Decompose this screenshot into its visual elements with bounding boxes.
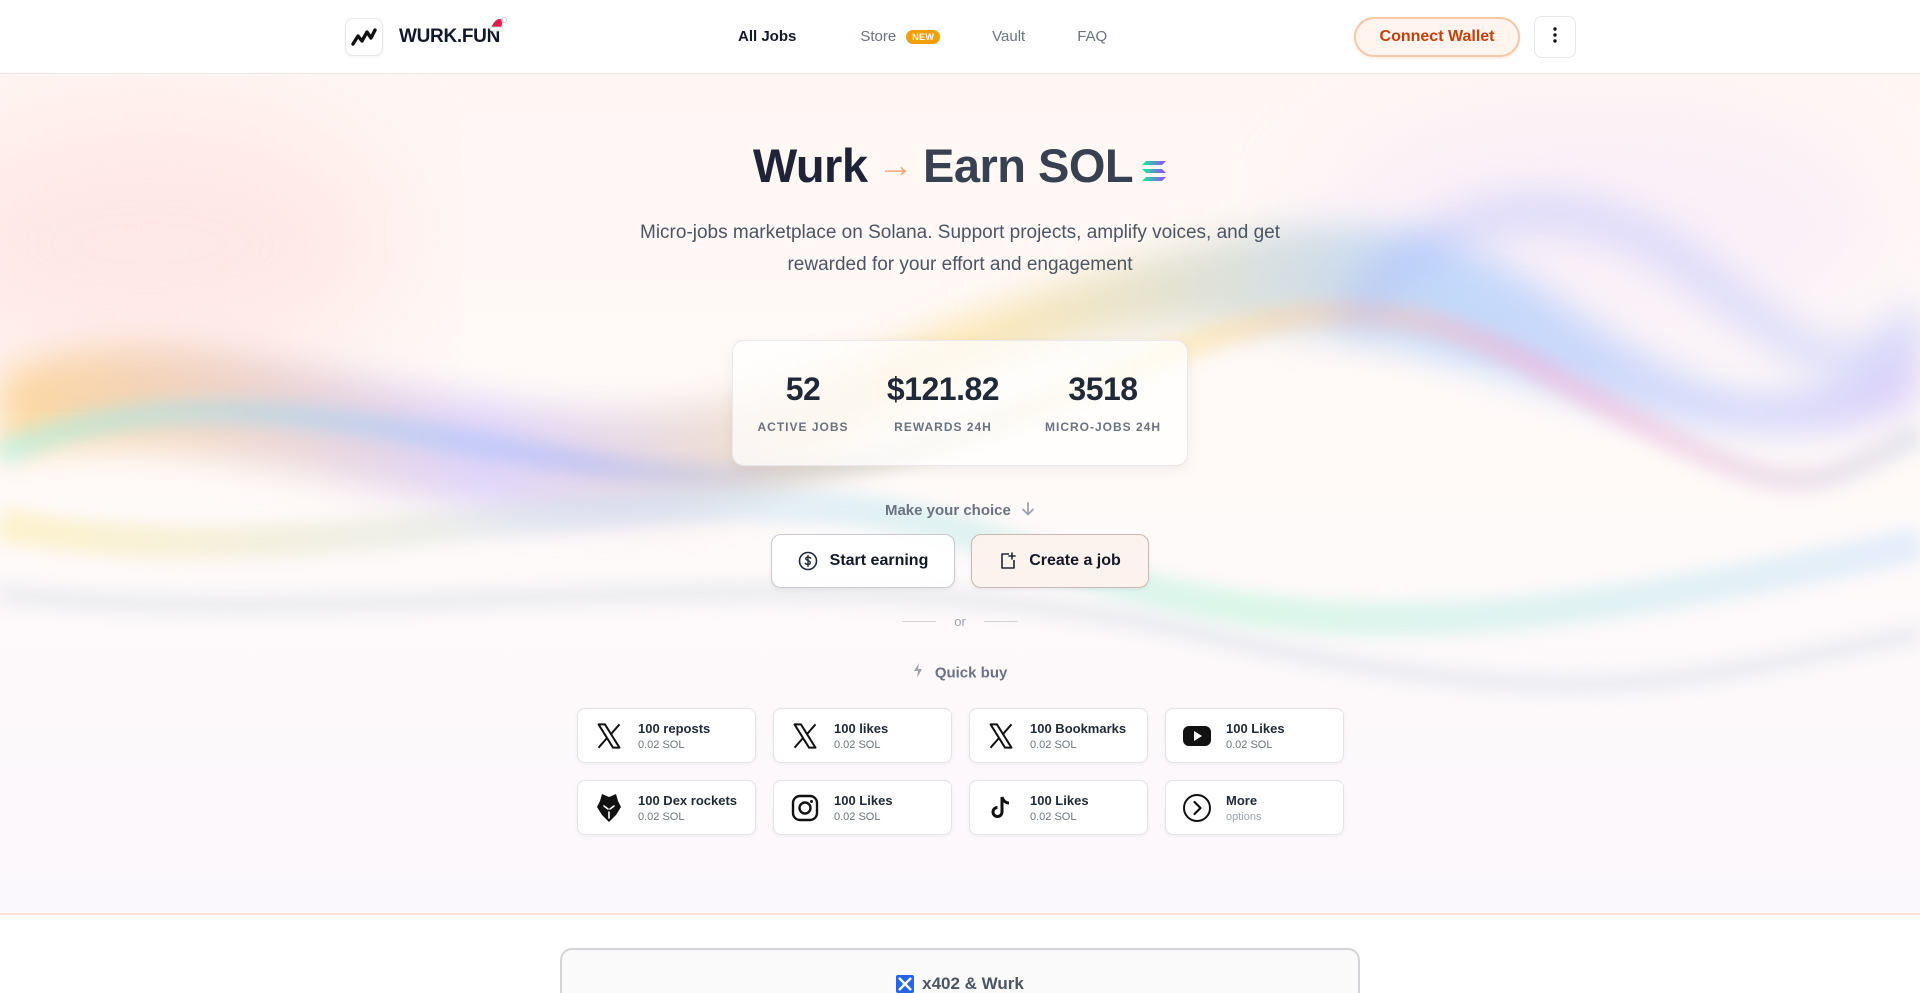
quick-buy-subtitle: options [1226,810,1262,823]
tiktok-icon [984,791,1018,825]
nav-faq-label: FAQ [1077,28,1108,45]
quick-buy-price: 0.02 SOL [638,738,685,751]
wave-background [0,104,1920,695]
x-logo-icon [984,719,1018,753]
dexscreener-icon [592,791,626,825]
title-earn-sol: Earn SOL [922,139,1134,192]
partner-title: x402 & Wurk [562,974,1358,993]
or-text: or [954,614,966,629]
logo[interactable]: WURK.FUN [345,17,508,56]
create-job-button[interactable]: Create a job [971,534,1149,588]
partner-card[interactable]: x402 & Wurk [560,948,1360,993]
quick-buy-title: 100 Likes [1030,792,1089,808]
file-plus-icon [999,552,1017,570]
stat-value: $121.82 [886,371,1000,407]
quick-buy-price: 0.02 SOL [638,810,685,823]
stat-value: 52 [785,371,821,407]
santa-hat-icon [488,14,508,38]
nav-vault-label: Vault [992,28,1026,45]
stat-label: REWARDS 24H [894,420,992,434]
quick-buy-price: 0.02 SOL [834,810,881,823]
or-divider: or [0,614,1920,629]
make-your-choice: Make your choice [0,501,1920,521]
top-header: WURK.FUN All Jobs Store NEW Vault FAQ Co… [0,0,1920,74]
x402-logo-icon [896,975,915,993]
title-wurk: Wurk [752,139,868,192]
start-earning-button[interactable]: Start earning [771,534,955,588]
quick-buy-heading: Quick buy [0,663,1920,683]
nav-faq[interactable]: FAQ [1077,28,1107,45]
new-badge: NEW [906,29,941,44]
x-logo-icon [788,719,822,753]
connect-wallet-label: Connect Wallet [1379,28,1495,45]
quick-buy-card[interactable]: 100 Likes 0.02 SOL [1165,708,1344,763]
nav-store-label: Store [860,28,897,45]
quick-buy-card[interactable]: 100 Likes 0.02 SOL [969,780,1148,835]
arrow-down-icon [1021,501,1035,521]
nav-all-jobs[interactable]: All Jobs [738,28,796,45]
quick-buy-title: More [1226,792,1258,808]
quick-buy-price: 0.02 SOL [1030,738,1077,751]
start-earning-label: Start earning [829,552,929,569]
stats-card: 52 ACTIVE JOBS $121.82 REWARDS 24H 3518 … [732,340,1188,466]
quick-buy-title: 100 Dex rockets [638,792,738,808]
hero-subtitle: Micro-jobs marketplace on Solana. Suppor… [640,222,1280,275]
logo-text: WURK.FUN [399,17,508,48]
more-menu-button[interactable] [1534,16,1576,58]
nav-vault[interactable]: Vault [992,28,1025,45]
lightning-icon [913,663,923,682]
nav-all-jobs-label: All Jobs [738,28,797,45]
quick-buy-card[interactable]: 100 reposts 0.02 SOL [577,708,756,763]
stat-micro-jobs-24h: 3518 MICRO-JOBS 24H [1033,371,1173,434]
main-nav: All Jobs Store NEW Vault FAQ [738,28,1107,45]
instagram-icon [788,791,822,825]
hero-title: Wurk → Earn SOL [0,138,1920,197]
quick-buy-title: 100 Likes [834,792,893,808]
quick-buy-more-card[interactable]: More options [1165,780,1344,835]
stat-value: 3518 [1068,371,1138,407]
solana-icon [1141,138,1167,193]
choice-label: Make your choice [884,501,1011,519]
quick-buy-price: 0.02 SOL [1030,810,1077,823]
quick-buy-price: 0.02 SOL [834,738,881,751]
quick-buy-title: 100 likes [834,720,889,736]
title-arrow-icon: → [877,144,913,185]
partner-title-text: x402 & Wurk [922,974,1024,993]
connect-wallet-button[interactable]: Connect Wallet [1354,17,1520,57]
x-logo-icon [592,719,626,753]
divider-line [902,621,937,622]
stat-label: ACTIVE JOBS [757,420,849,434]
stat-label: MICRO-JOBS 24H [1044,420,1162,434]
quick-buy-title: 100 Likes [1226,720,1285,736]
quick-buy-title: 100 Bookmarks [1030,720,1127,736]
youtube-icon [1180,719,1214,753]
dollar-circle-icon [798,551,818,571]
divider-line [983,621,1018,622]
hero-section: Wurk → Earn SOL Micro-jobs marketplace on … [0,74,1920,915]
logo-mark-icon [345,18,383,56]
quick-buy-price: 0.02 SOL [1226,738,1273,751]
stat-active-jobs: 52 ACTIVE JOBS [743,371,863,434]
quick-buy-card[interactable]: 100 likes 0.02 SOL [773,708,952,763]
quick-buy-card[interactable]: 100 Likes 0.02 SOL [773,780,952,835]
stat-rewards-24h: $121.82 REWARDS 24H [883,371,1003,434]
quick-buy-card[interactable]: 100 Bookmarks 0.02 SOL [969,708,1148,763]
vertical-dots-icon [1553,26,1557,48]
create-job-label: Create a job [1029,552,1121,569]
quick-buy-label: Quick buy [934,664,1008,682]
nav-store[interactable]: Store NEW [860,28,941,45]
quick-buy-title: 100 reposts [638,720,711,736]
chevron-right-circle-icon [1180,791,1214,825]
quick-buy-card[interactable]: 100 Dex rockets 0.02 SOL [577,780,756,835]
